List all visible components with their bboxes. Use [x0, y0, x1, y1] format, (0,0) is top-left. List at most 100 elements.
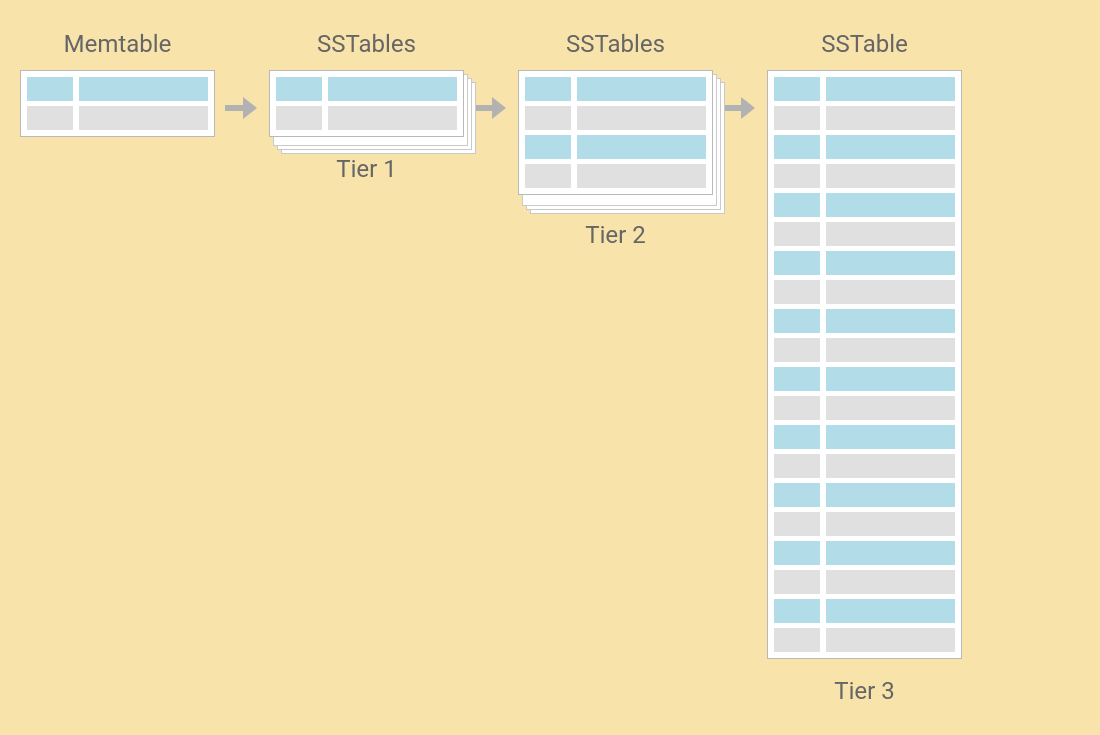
table-row: [774, 454, 955, 478]
cell-key: [774, 570, 820, 594]
cell-value: [577, 135, 706, 159]
table-row: [774, 106, 955, 130]
table-row: [774, 570, 955, 594]
cell-value: [826, 338, 955, 362]
tier2-caption: Tier 2: [585, 221, 645, 249]
table-card: [269, 70, 464, 137]
tier2-stack: [518, 70, 713, 195]
tier3-caption: Tier 3: [834, 677, 894, 705]
cell-value: [826, 425, 955, 449]
cell-key: [525, 77, 571, 101]
cell-key: [525, 106, 571, 130]
table-row: [774, 396, 955, 420]
table-card: [767, 70, 962, 659]
cell-value: [826, 454, 955, 478]
cell-value: [826, 280, 955, 304]
table-row: [525, 77, 706, 101]
table-row: [774, 251, 955, 275]
cell-value: [826, 396, 955, 420]
cell-key: [774, 396, 820, 420]
cell-key: [27, 106, 73, 130]
cell-key: [525, 135, 571, 159]
cell-value: [826, 570, 955, 594]
cell-value: [79, 106, 208, 130]
cell-value: [826, 599, 955, 623]
cell-key: [774, 251, 820, 275]
table-row: [525, 164, 706, 188]
arrow-right-icon: [472, 72, 510, 144]
table-card: [20, 70, 215, 137]
cell-key: [774, 541, 820, 565]
table-row: [276, 106, 457, 130]
table-row: [276, 77, 457, 101]
cell-value: [826, 222, 955, 246]
cell-value: [826, 193, 955, 217]
table-row: [774, 164, 955, 188]
cell-value: [826, 251, 955, 275]
cell-value: [577, 106, 706, 130]
arrow-right-icon: [223, 72, 261, 144]
tier1-stack: [269, 70, 464, 137]
cell-key: [774, 512, 820, 536]
cell-value: [826, 367, 955, 391]
cell-key: [774, 483, 820, 507]
cell-key: [774, 164, 820, 188]
cell-key: [774, 599, 820, 623]
cell-key: [774, 135, 820, 159]
tier2-title: SSTables: [566, 30, 665, 58]
cell-key: [774, 454, 820, 478]
table-row: [774, 628, 955, 652]
table-row: [525, 135, 706, 159]
table-row: [774, 425, 955, 449]
cell-value: [328, 77, 457, 101]
cell-key: [774, 106, 820, 130]
cell-value: [826, 77, 955, 101]
cell-key: [774, 628, 820, 652]
cell-value: [826, 483, 955, 507]
tier3-table: [767, 70, 962, 659]
cell-value: [826, 309, 955, 333]
table-row: [774, 512, 955, 536]
table-row: [774, 135, 955, 159]
cell-value: [826, 541, 955, 565]
table-row: [774, 541, 955, 565]
table-row: [774, 599, 955, 623]
cell-key: [774, 77, 820, 101]
cell-key: [525, 164, 571, 188]
tier3-column: SSTable: [767, 30, 962, 705]
table-row: [774, 77, 955, 101]
cell-key: [774, 280, 820, 304]
table-row: [774, 483, 955, 507]
table-row: [525, 106, 706, 130]
table-row: [774, 193, 955, 217]
cell-value: [79, 77, 208, 101]
cell-value: [826, 628, 955, 652]
table-row: [774, 309, 955, 333]
table-row: [774, 367, 955, 391]
cell-key: [774, 425, 820, 449]
memtable-table: [20, 70, 215, 137]
arrow-right-icon: [721, 72, 759, 144]
cell-key: [774, 367, 820, 391]
cell-key: [774, 193, 820, 217]
tier2-column: SSTables: [518, 30, 713, 249]
cell-key: [774, 309, 820, 333]
cell-value: [577, 77, 706, 101]
compaction-tiers-diagram: Memtable SSTables: [0, 0, 1100, 735]
cell-value: [328, 106, 457, 130]
table-row: [774, 338, 955, 362]
memtable-title: Memtable: [64, 30, 172, 58]
cell-value: [826, 135, 955, 159]
table-row: [774, 280, 955, 304]
table-row: [27, 106, 208, 130]
cell-key: [276, 77, 322, 101]
cell-value: [826, 164, 955, 188]
tier1-caption: Tier 1: [336, 155, 396, 183]
table-row: [27, 77, 208, 101]
cell-key: [774, 338, 820, 362]
cell-key: [774, 222, 820, 246]
table-row: [774, 222, 955, 246]
cell-key: [27, 77, 73, 101]
tier3-title: SSTable: [821, 30, 908, 58]
tier1-column: SSTables Tier 1: [269, 30, 464, 183]
